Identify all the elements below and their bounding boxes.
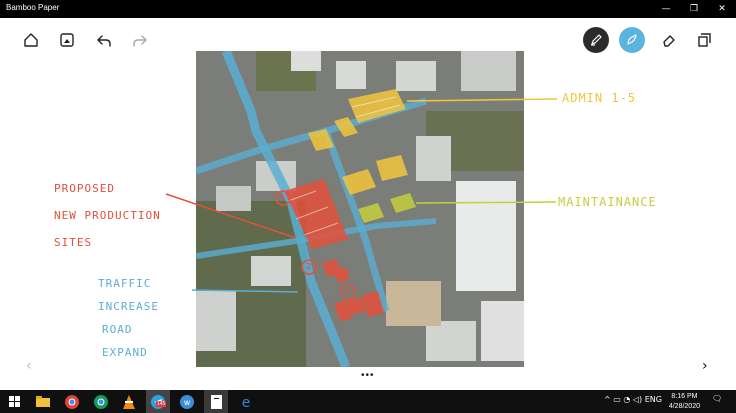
clock-time: 8:16 PM [671, 393, 698, 400]
more-options-button[interactable]: ••• [361, 370, 375, 381]
bamboo-paper-taskbar-button[interactable] [204, 390, 228, 413]
proposed-line-3: SITES [54, 236, 93, 249]
system-tray[interactable]: ^ ▭ ◔ ◁) ENG [604, 395, 662, 404]
bamboo-paper-icon [210, 394, 222, 409]
start-button[interactable] [5, 392, 24, 411]
file-explorer-button[interactable] [33, 392, 52, 411]
traffic-line-2: INCREASE [98, 300, 159, 313]
telegram-button[interactable]: 145 [146, 390, 170, 413]
traffic-line-1: TRAFFIC [98, 277, 152, 290]
traffic-line-4: EXPAND [102, 346, 148, 359]
svg-text:w: w [183, 398, 190, 407]
vlc-icon [122, 394, 135, 409]
windows-icon [9, 396, 20, 407]
traffic-line-3: ROAD [102, 323, 133, 336]
edge-button[interactable]: e [236, 392, 255, 411]
app-button[interactable]: w [177, 392, 196, 411]
next-page-button[interactable]: › [702, 358, 708, 374]
taskbar: 145 w e ^ ▭ ◔ ◁) ENG 8:16 PM 4/28/2020 🗨 [0, 390, 736, 413]
chrome-icon [64, 394, 79, 409]
proposed-line-2: NEW PRODUCTION [54, 209, 161, 222]
clock-date: 4/28/2020 [668, 403, 700, 410]
traffic-note: TRAFFIC INCREASE ROAD EXPAND [98, 272, 159, 364]
edge-icon: e [241, 395, 250, 409]
telegram-badge: 145 [156, 401, 167, 407]
chrome-button-1[interactable] [62, 392, 81, 411]
maintenance-note: MAINTAINANCE [558, 195, 657, 209]
svg-text:e: e [241, 395, 250, 409]
app-icon: w [179, 394, 194, 409]
admin-note: ADMIN 1-5 [562, 91, 637, 105]
vlc-button[interactable] [119, 392, 138, 411]
chrome-button-2[interactable] [91, 392, 110, 411]
notifications-button[interactable]: 🗨 [712, 394, 722, 403]
proposed-line-1: PROPOSED [54, 182, 115, 195]
proposed-sites-note: PROPOSED NEW PRODUCTION SITES [54, 175, 161, 256]
file-explorer-icon [35, 396, 50, 407]
chrome-icon [93, 394, 108, 409]
previous-page-button[interactable]: ‹ [26, 358, 32, 374]
clock[interactable]: 8:16 PM 4/28/2020 [669, 392, 700, 412]
